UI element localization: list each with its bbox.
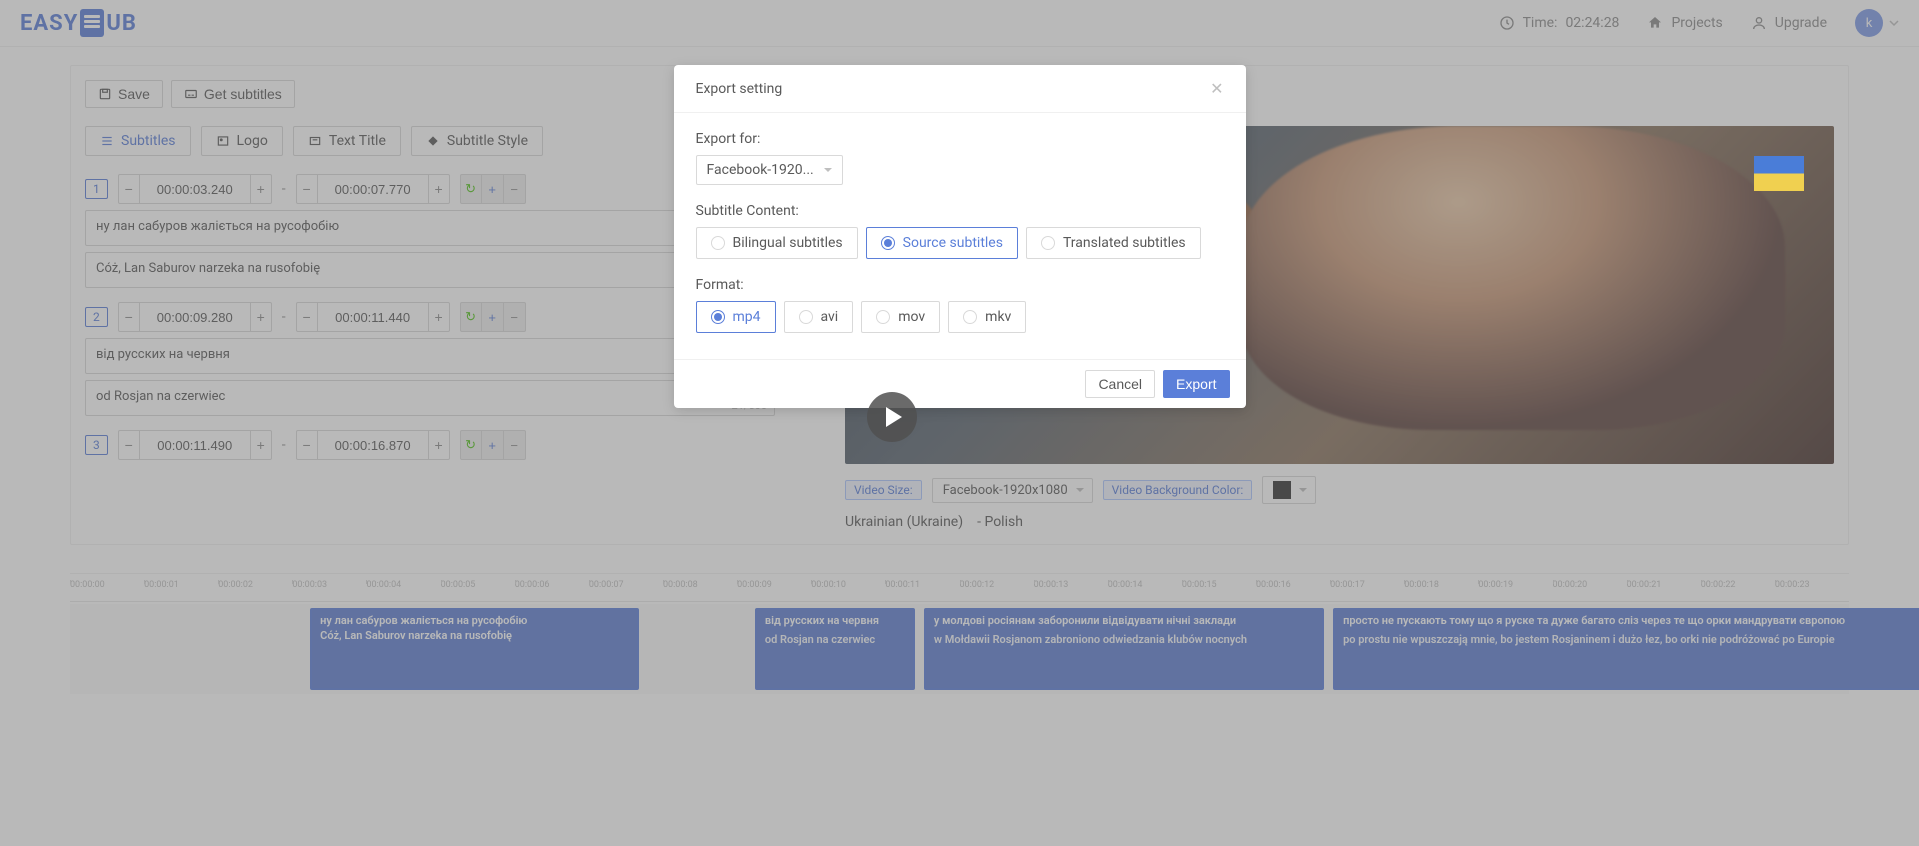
modal-title: Export setting [696,81,783,97]
radio-icon [711,310,725,324]
radio-bilingual[interactable]: Bilingual subtitles [696,227,858,259]
radio-avi[interactable]: avi [784,301,854,333]
radio-translated[interactable]: Translated subtitles [1026,227,1201,259]
radio-icon [799,310,813,324]
cancel-button[interactable]: Cancel [1085,370,1155,398]
play-button[interactable] [867,392,917,442]
modal-overlay: Export setting ✕ Export for: Facebook-19… [0,0,1919,846]
export-button[interactable]: Export [1163,370,1229,398]
radio-icon [711,236,725,250]
radio-mkv[interactable]: mkv [948,301,1026,333]
export-modal: Export setting ✕ Export for: Facebook-19… [674,65,1246,408]
close-icon[interactable]: ✕ [1210,79,1223,98]
export-for-label: Export for: [696,131,1224,147]
export-for-select[interactable]: Facebook-1920... [696,155,843,185]
flag-decoration [1754,156,1804,191]
format-label: Format: [696,277,1224,293]
radio-source[interactable]: Source subtitles [866,227,1018,259]
subtitle-content-label: Subtitle Content: [696,203,1224,219]
radio-icon [1041,236,1055,250]
radio-icon [881,236,895,250]
radio-mp4[interactable]: mp4 [696,301,776,333]
radio-icon [963,310,977,324]
radio-icon [876,310,890,324]
radio-mov[interactable]: mov [861,301,940,333]
